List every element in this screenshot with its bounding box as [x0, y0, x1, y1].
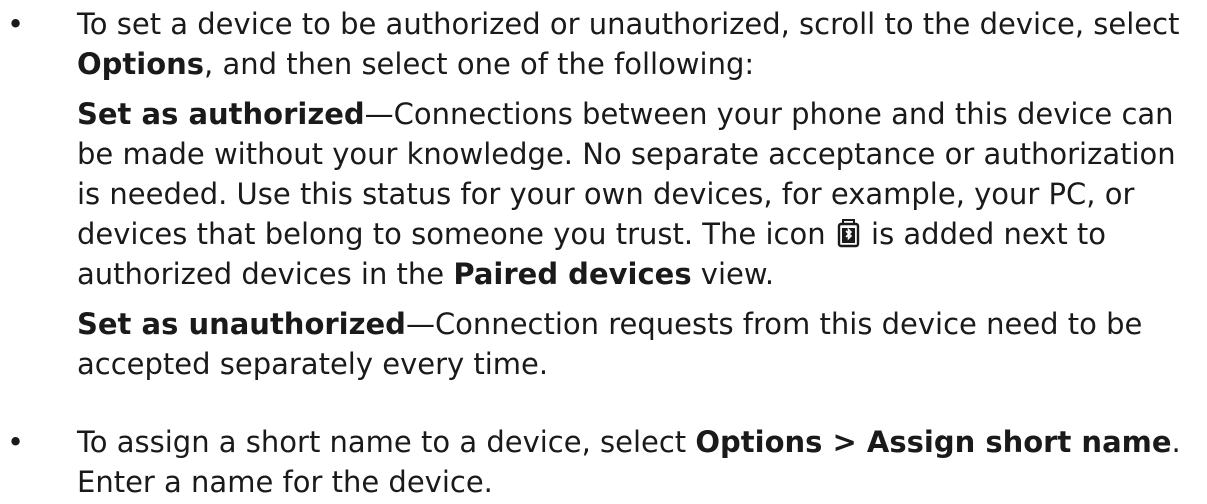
list-item-authorization: To set a device to be authorized or unau… [77, 4, 1202, 384]
bullet-2: • [7, 425, 25, 459]
authorized-device-icon [837, 219, 859, 248]
options-term: Options [77, 47, 205, 81]
bullet-1: • [7, 7, 25, 41]
paired-devices-term: Paired devices [453, 257, 692, 291]
document-page: • To set a device to be authorized or un… [0, 0, 1207, 504]
assign-short-name-menu-path: Options > Assign short name [695, 425, 1172, 459]
intro-paragraph: To set a device to be authorized or unau… [77, 7, 1180, 81]
short-name-paragraph: To assign a short name to a device, sele… [77, 425, 1181, 499]
authorized-paragraph: Set as authorized—Connections between yo… [77, 97, 1176, 291]
set-unauthorized-term: Set as unauthorized [77, 307, 406, 341]
unauthorized-paragraph: Set as unauthorized—Connection requests … [77, 307, 1143, 381]
list-item-short-name: To assign a short name to a device, sele… [77, 422, 1202, 502]
set-authorized-term: Set as authorized [77, 97, 365, 131]
